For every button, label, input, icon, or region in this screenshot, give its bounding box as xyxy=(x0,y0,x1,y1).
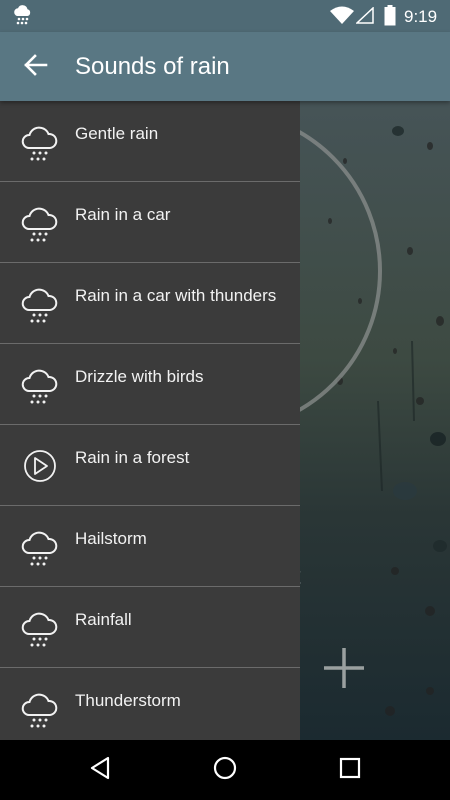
signal-icon xyxy=(355,6,374,29)
rain-notification-icon xyxy=(12,5,34,30)
add-button[interactable] xyxy=(320,646,368,694)
drawer-item-rainfall[interactable]: Rainfall xyxy=(0,587,300,668)
rain-cloud-icon xyxy=(20,607,60,649)
app-bar: Sounds of rain xyxy=(0,32,450,101)
drawer-item-label: Rain in a forest xyxy=(75,448,190,467)
drawer-item-label: Rain in a car xyxy=(75,205,171,224)
arrow-back-icon xyxy=(22,53,48,82)
rain-cloud-icon xyxy=(20,688,60,730)
navigation-drawer: Gentle rain Rain in a car Rain in a car … xyxy=(0,101,300,740)
drawer-item-hailstorm[interactable]: Hailstorm xyxy=(0,506,300,587)
drawer-item-rain-in-a-car[interactable]: Rain in a car xyxy=(0,182,300,263)
page-title: Sounds of rain xyxy=(75,53,230,80)
system-navigation-bar xyxy=(0,740,450,800)
drawer-item-label: Rainfall xyxy=(75,610,132,629)
system-recents-button[interactable] xyxy=(330,750,370,790)
drawer-item-gentle-rain[interactable]: Gentle rain xyxy=(0,101,300,182)
system-home-button[interactable] xyxy=(205,750,245,790)
status-bar: 9:19 xyxy=(0,0,450,32)
plus-icon xyxy=(322,646,366,695)
battery-icon xyxy=(384,5,396,31)
recents-square-icon xyxy=(339,757,361,784)
back-button[interactable] xyxy=(14,46,56,88)
rain-cloud-icon xyxy=(20,121,60,163)
drawer-item-label: Thunderstorm xyxy=(75,691,181,710)
rain-cloud-icon xyxy=(20,202,60,244)
wifi-icon xyxy=(330,6,354,29)
drawer-item-thunderstorm[interactable]: Thunderstorm xyxy=(0,668,300,740)
rain-cloud-icon xyxy=(20,526,60,568)
drawer-item-rain-in-a-forest[interactable]: Rain in a forest xyxy=(0,425,300,506)
drawer-item-label: Gentle rain xyxy=(75,124,159,143)
drawer-item-rain-in-a-car-with-thunders[interactable]: Rain in a car with thunders xyxy=(0,263,300,344)
status-time: 9:19 xyxy=(404,7,438,26)
drawer-item-drizzle-with-birds[interactable]: Drizzle with birds xyxy=(0,344,300,425)
play-circle-icon xyxy=(20,445,60,487)
back-triangle-icon xyxy=(89,756,111,785)
drawer-item-label: Drizzle with birds xyxy=(75,367,204,386)
home-circle-icon xyxy=(213,756,237,785)
drawer-item-label: Rain in a car with thunders xyxy=(75,286,277,305)
rain-cloud-icon xyxy=(20,364,60,406)
system-back-button[interactable] xyxy=(80,750,120,790)
drawer-item-label: Hailstorm xyxy=(75,529,147,548)
rain-cloud-icon xyxy=(20,283,60,325)
